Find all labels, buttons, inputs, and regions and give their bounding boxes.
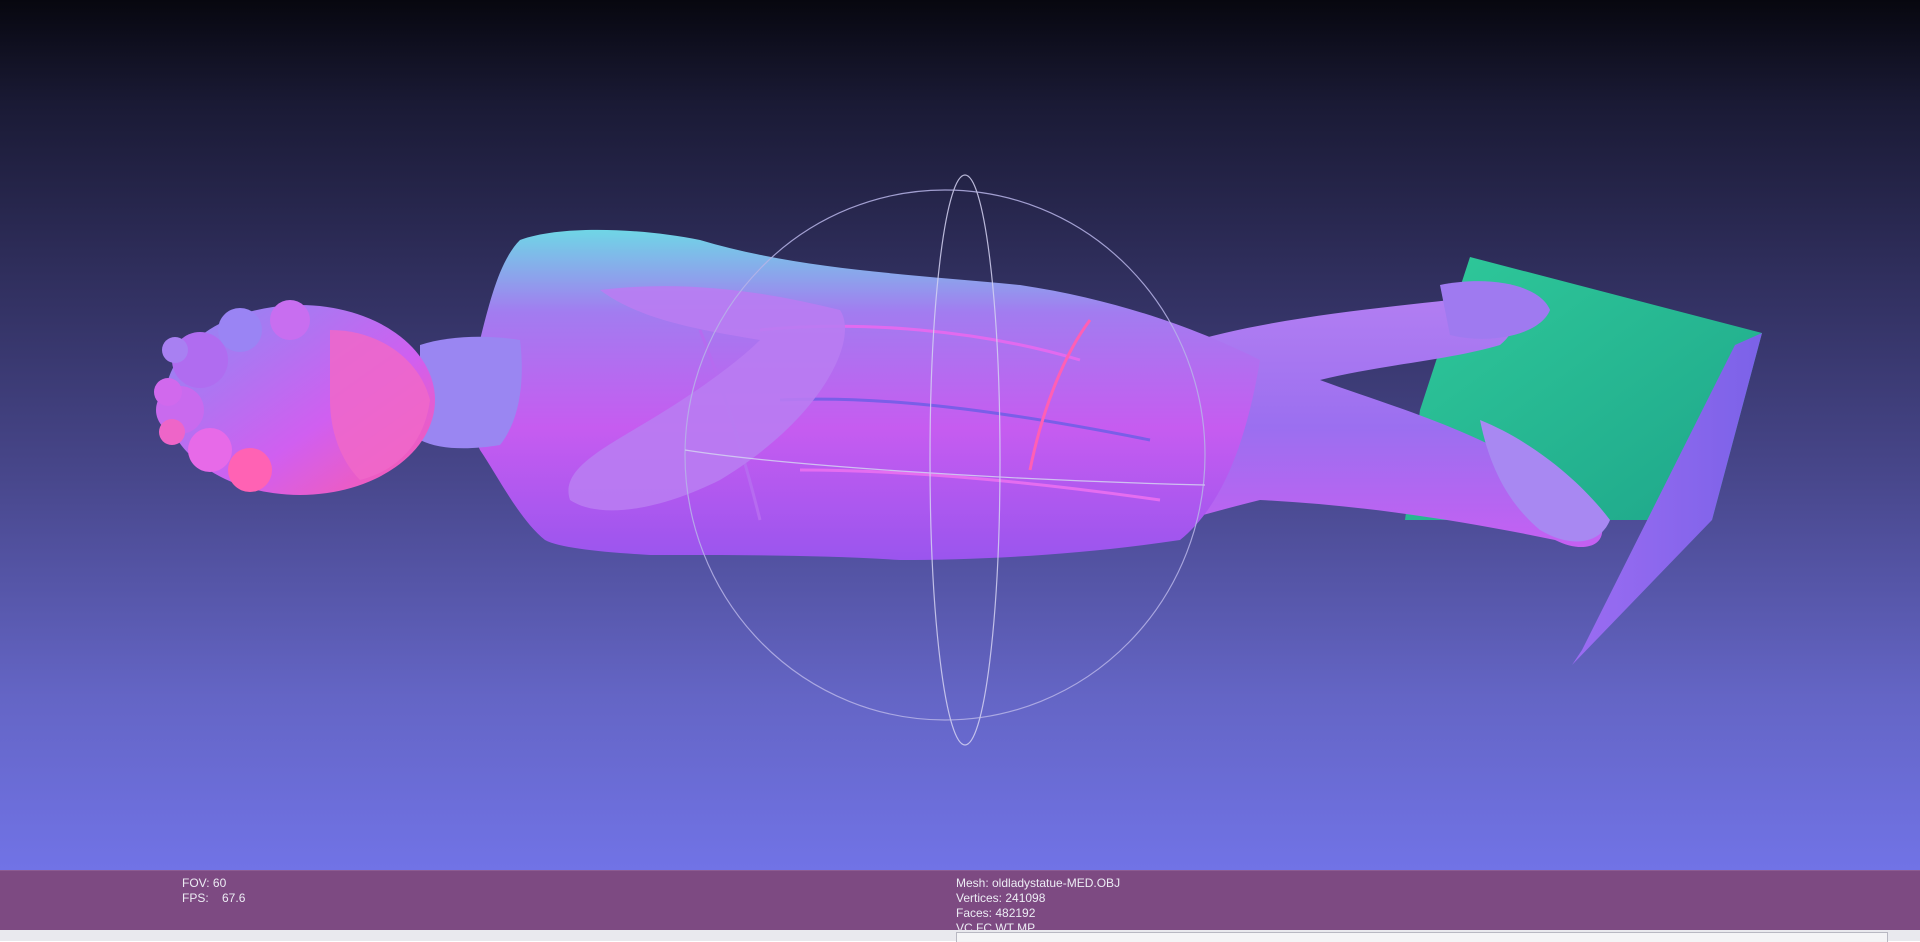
statue-torso (470, 229, 1260, 560)
info-bar: FOV: 60 FPS: 67.6 Mesh: oldladystatue-ME… (0, 870, 1920, 931)
render-stats: FOV: 60 FPS: 67.6 (182, 876, 342, 910)
3d-viewport[interactable] (0, 0, 1920, 870)
mesh-name-label: Mesh: oldladystatue-MED.OBJ (956, 876, 1121, 890)
faces-label: Faces: 482192 (956, 906, 1036, 920)
scene-canvas[interactable] (0, 0, 1920, 870)
fov-label: FOV: 60 (182, 876, 227, 890)
bottom-panel (0, 930, 1920, 942)
statue-neck (420, 336, 522, 449)
vertices-label: Vertices: 241098 (956, 891, 1046, 905)
fps-label: FPS: 67.6 (182, 891, 246, 905)
mesh-stats: Mesh: oldladystatue-MED.OBJ Vertices: 24… (956, 876, 1256, 931)
statue-model[interactable] (154, 229, 1762, 665)
